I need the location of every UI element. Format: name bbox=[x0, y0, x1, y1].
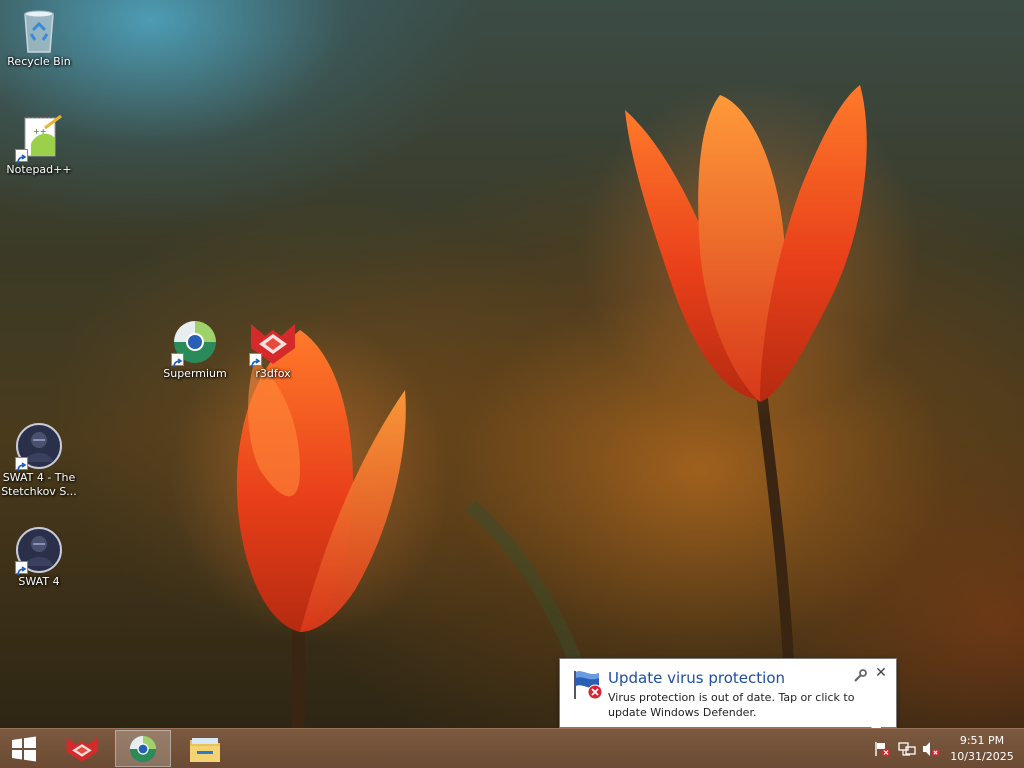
desktop-icon-label: SWAT 4 - The Stetchkov S... bbox=[1, 471, 77, 498]
clock-time: 9:51 PM bbox=[959, 734, 1005, 747]
system-clock[interactable]: 9:51 PM 10/31/2025 bbox=[944, 733, 1020, 765]
wrench-icon[interactable] bbox=[853, 668, 867, 682]
shortcut-arrow-icon bbox=[249, 353, 262, 368]
shortcut-arrow-icon bbox=[171, 353, 184, 368]
desktop-icon-label: Supermium bbox=[163, 367, 227, 380]
defender-notification-balloon[interactable]: Update virus protection Virus protection… bbox=[559, 658, 897, 728]
swat4-game-icon bbox=[15, 526, 63, 576]
desktop-icon-label: SWAT 4 bbox=[18, 575, 60, 588]
folder-icon bbox=[190, 737, 220, 762]
network-icon[interactable] bbox=[898, 741, 916, 757]
start-button[interactable] bbox=[0, 730, 48, 767]
close-icon[interactable]: ✕ bbox=[873, 665, 889, 681]
taskbar-r3dfox[interactable] bbox=[54, 730, 110, 767]
notepad-plus-plus-icon: ++ bbox=[15, 114, 63, 164]
supermium-browser-icon bbox=[129, 735, 157, 762]
taskbar-file-explorer[interactable] bbox=[177, 730, 233, 767]
desktop-icon-label: Recycle Bin bbox=[7, 55, 71, 68]
desktop[interactable]: Recycle Bin ++ Notepad++ Supermium r3dfo… bbox=[0, 0, 1024, 728]
clock-date: 10/31/2025 bbox=[950, 750, 1014, 763]
desktop-icon-r3dfox[interactable]: r3dfox bbox=[234, 318, 312, 381]
action-center-flag-error-icon[interactable] bbox=[873, 741, 891, 757]
notification-body[interactable]: Virus protection is out of date. Tap or … bbox=[608, 690, 893, 720]
notification-title[interactable]: Update virus protection bbox=[608, 669, 785, 687]
desktop-icon-supermium[interactable]: Supermium bbox=[156, 318, 234, 381]
shortcut-arrow-icon bbox=[15, 561, 28, 576]
tulip-wallpaper bbox=[170, 80, 920, 728]
recycle-bin-icon bbox=[15, 6, 63, 54]
shortcut-arrow-icon bbox=[15, 149, 28, 164]
r3dfox-browser-icon bbox=[249, 318, 297, 368]
volume-muted-icon[interactable] bbox=[922, 741, 940, 757]
desktop-icon-swat4-stetchkov[interactable]: SWAT 4 - The Stetchkov S... bbox=[0, 422, 78, 499]
taskbar: 9:51 PM 10/31/2025 bbox=[0, 728, 1024, 768]
svg-text:++: ++ bbox=[33, 127, 46, 136]
desktop-icon-label: r3dfox bbox=[255, 367, 291, 380]
desktop-icon-swat4[interactable]: SWAT 4 bbox=[0, 526, 78, 589]
windows-logo-icon bbox=[12, 736, 36, 761]
defender-warning-flag-icon bbox=[571, 669, 605, 701]
shortcut-arrow-icon bbox=[15, 457, 28, 472]
taskbar-supermium[interactable] bbox=[115, 730, 171, 767]
swat4-game-icon bbox=[15, 422, 63, 472]
r3dfox-browser-icon bbox=[66, 737, 98, 762]
desktop-icon-label: Notepad++ bbox=[6, 163, 72, 176]
supermium-browser-icon bbox=[171, 318, 219, 368]
desktop-icon-notepad-plus-plus[interactable]: ++ Notepad++ bbox=[0, 114, 78, 177]
desktop-icon-recycle-bin[interactable]: Recycle Bin bbox=[0, 6, 78, 69]
